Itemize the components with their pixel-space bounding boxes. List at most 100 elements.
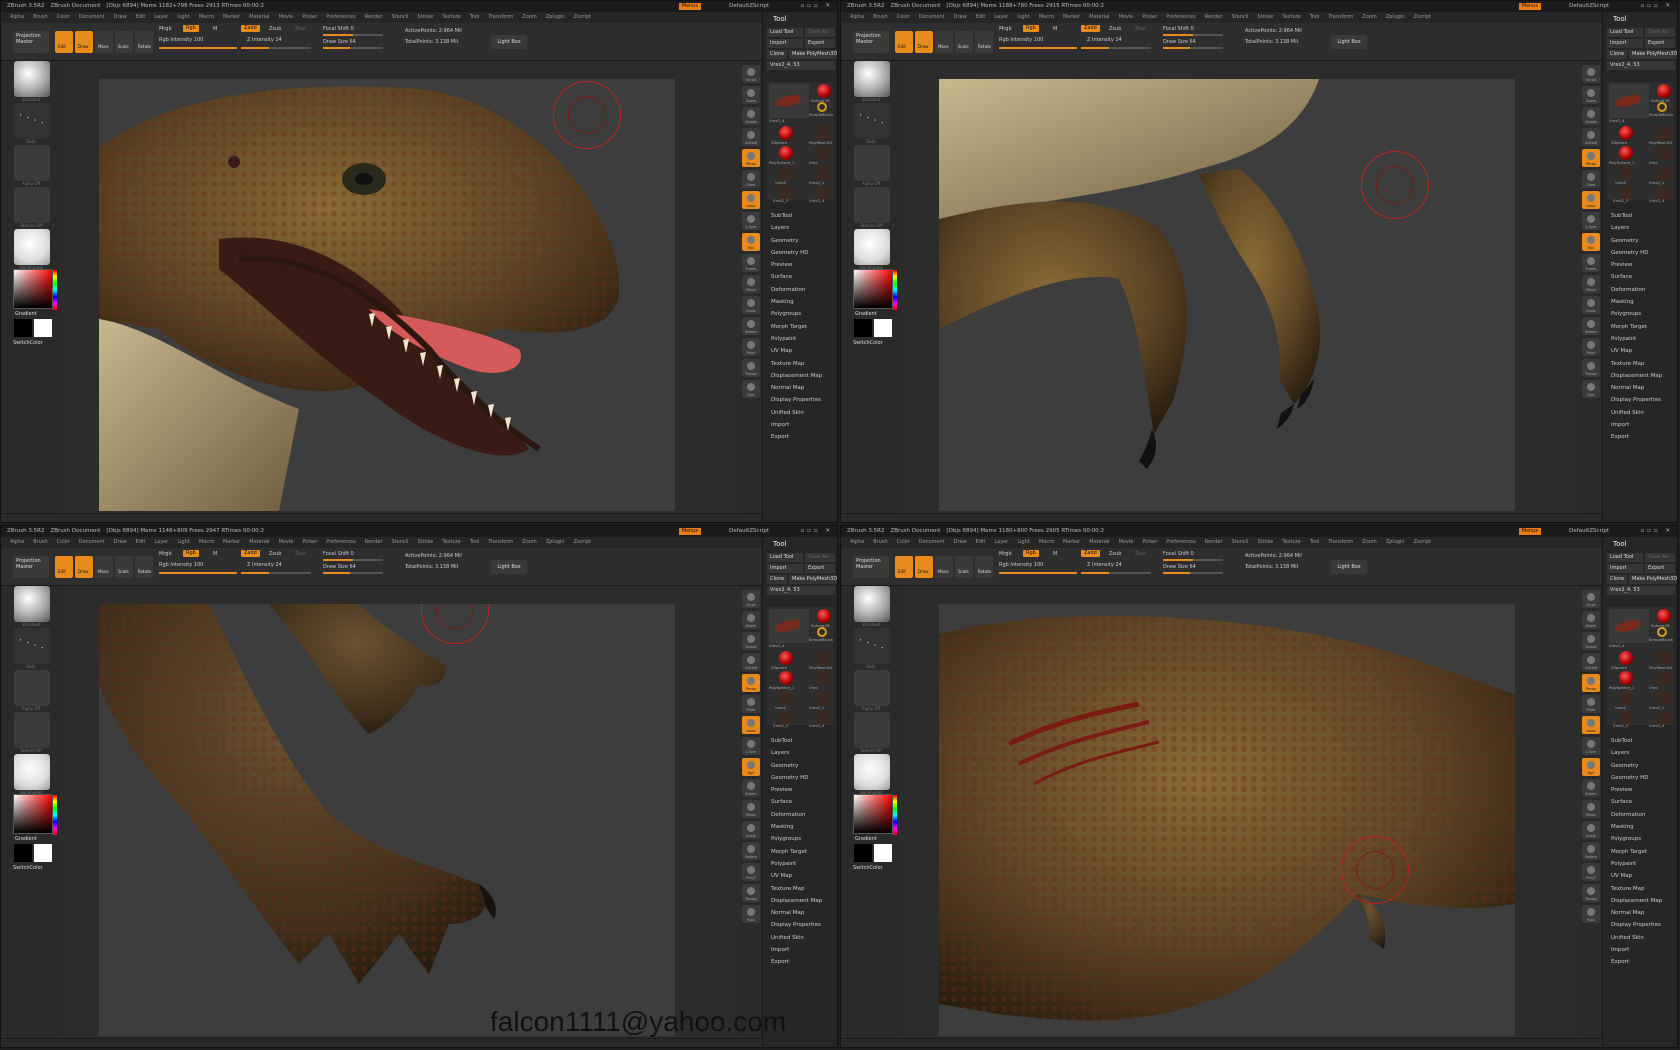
tool-menu-morph-target[interactable]: Morph Target [1611, 846, 1662, 858]
tool-menu-polygroups[interactable]: Polygroups [1611, 833, 1662, 845]
tool-menu-uv-map[interactable]: UV Map [771, 870, 822, 882]
menu-item-stencil[interactable]: Stencil [392, 14, 409, 20]
lsym-button[interactable]: L.Sym [742, 212, 760, 230]
tool-thumb-7[interactable] [1657, 671, 1671, 685]
xyz-button[interactable]: Xyz [742, 233, 760, 251]
menu-item-transform[interactable]: Transform [1328, 14, 1353, 20]
secondary-color-swatch[interactable] [874, 319, 892, 337]
load-tool-button[interactable]: Load Tool [1607, 553, 1643, 562]
tool-thumb-9[interactable] [817, 166, 831, 180]
local-button[interactable]: Local [742, 716, 760, 734]
draw-size-track[interactable] [1163, 47, 1223, 49]
aahalf-button[interactable]: AAHalf [742, 128, 760, 146]
mrgb-toggle[interactable]: Mrgb [159, 551, 172, 557]
menus-button[interactable]: Menus [678, 3, 701, 10]
standard-brush-thumb[interactable] [14, 586, 50, 622]
menu-item-marker[interactable]: Marker [223, 14, 240, 20]
menu-item-stencil[interactable]: Stencil [1232, 539, 1249, 545]
actual-button[interactable]: Actual [742, 107, 760, 125]
current-tool-name[interactable]: Vrex2_4. 53 [767, 586, 835, 595]
floor-button[interactable]: Floor [1582, 170, 1600, 188]
menu-item-edit[interactable]: Edit [976, 14, 986, 20]
tool-menu-polygroups[interactable]: Polygroups [771, 833, 822, 845]
rgb-intensity-slider[interactable]: Rgb Intensity 100 [999, 562, 1043, 568]
tool-menu-uv-map[interactable]: UV Map [1611, 345, 1662, 357]
rgb-intensity-slider[interactable]: Rgb Intensity 100 [159, 562, 203, 568]
menu-item-texture[interactable]: Texture [442, 539, 460, 545]
vrex-tool-thumb[interactable] [1609, 84, 1649, 118]
rotate-button[interactable]: Rotate [975, 556, 993, 578]
window-controls[interactable]: ▫▫▫ ✕ [800, 1, 833, 12]
tool-thumb-8[interactable] [779, 166, 793, 180]
default-zscript[interactable]: DefaultZScript [1569, 1, 1609, 12]
menu-item-texture[interactable]: Texture [1282, 539, 1300, 545]
light-box-button[interactable]: Light Box [1331, 35, 1367, 49]
main-color-swatch[interactable] [854, 844, 872, 862]
tool-menu-preview[interactable]: Preview [1611, 784, 1662, 796]
save-as-button[interactable]: Save As [1645, 28, 1675, 37]
load-tool-button[interactable]: Load Tool [1607, 28, 1643, 37]
menu-item-render[interactable]: Render [1205, 14, 1223, 20]
tool-menu-polygroups[interactable]: Polygroups [1611, 308, 1662, 320]
tool-menu-preview[interactable]: Preview [1611, 259, 1662, 271]
tool-menu-geometry[interactable]: Geometry [1611, 235, 1662, 247]
gradient-label[interactable]: Gradient [855, 836, 877, 842]
tool-menu-geometry-hd[interactable]: Geometry HD [771, 772, 822, 784]
z-intensity-slider[interactable]: Z Intensity 24 [247, 562, 282, 568]
rgb-toggle[interactable]: Rgb [1023, 550, 1039, 557]
frame-button[interactable]: Frame [742, 254, 760, 272]
menu-item-draw[interactable]: Draw [114, 539, 127, 545]
tool-menu-normal-map[interactable]: Normal Map [771, 907, 822, 919]
tool-menu-morph-target[interactable]: Morph Target [771, 846, 822, 858]
menu-item-preferences[interactable]: Preferences [1166, 539, 1195, 545]
switch-color-button[interactable]: SwitchColor [853, 340, 883, 346]
secondary-color-swatch[interactable] [874, 844, 892, 862]
menu-item-brush[interactable]: Brush [33, 539, 47, 545]
rgb-intensity-track[interactable] [159, 572, 237, 574]
menu-item-render[interactable]: Render [1205, 539, 1223, 545]
rotate-button[interactable]: Rotate [1582, 842, 1600, 860]
polyf-button[interactable]: PolyF [742, 338, 760, 356]
scale-button[interactable]: Scale [742, 296, 760, 314]
edit-button[interactable]: Edit [895, 31, 913, 53]
menu-item-stencil[interactable]: Stencil [1232, 14, 1249, 20]
zoom-button[interactable]: Zoom [742, 86, 760, 104]
menu-item-macro[interactable]: Macro [1039, 539, 1054, 545]
window-controls[interactable]: ▫▫▫ ✕ [1640, 1, 1673, 12]
xyz-button[interactable]: Xyz [742, 758, 760, 776]
current-tool-name[interactable]: Vrex2_4. 53 [1607, 61, 1675, 70]
tool-menu-masking[interactable]: Masking [771, 296, 822, 308]
dots-stroke-thumb[interactable] [854, 628, 890, 664]
tool-menu-uv-map[interactable]: UV Map [1611, 870, 1662, 882]
menu-item-picker[interactable]: Picker [1142, 539, 1157, 545]
transp-button[interactable]: Transp [742, 884, 760, 902]
move-button[interactable]: Move [1582, 275, 1600, 293]
solo-button[interactable]: Solo [742, 380, 760, 398]
light-box-button[interactable]: Light Box [491, 560, 527, 574]
import-button[interactable]: Import [1607, 39, 1643, 48]
menu-item-layer[interactable]: Layer [154, 14, 168, 20]
menu-item-color[interactable]: Color [897, 14, 910, 20]
scale-button[interactable]: Scale [955, 556, 973, 578]
menu-item-marker[interactable]: Marker [1063, 539, 1080, 545]
tool-menu-polypaint[interactable]: Polypaint [1611, 858, 1662, 870]
save-as-button[interactable]: Save As [805, 553, 835, 562]
tool-thumb-3[interactable] [817, 627, 827, 637]
clone-button[interactable]: Clone [767, 575, 787, 584]
z-intensity-track[interactable] [241, 572, 311, 574]
move-button[interactable]: Move [95, 556, 113, 578]
menu-item-zplugin[interactable]: Zplugin [546, 14, 565, 20]
rgb-intensity-slider[interactable]: Rgb Intensity 100 [999, 37, 1043, 43]
tool-menu-display-properties[interactable]: Display Properties [1611, 394, 1662, 406]
z-intensity-track[interactable] [1081, 47, 1151, 49]
rotate-button[interactable]: Rotate [135, 31, 153, 53]
menu-item-stroke[interactable]: Stroke [417, 14, 433, 20]
scroll-button[interactable]: Scroll [742, 590, 760, 608]
menu-item-zscript[interactable]: Zscript [574, 539, 591, 545]
menu-item-tool[interactable]: Tool [470, 539, 480, 545]
focal-shift-track[interactable] [323, 34, 383, 36]
focal-shift-slider[interactable]: Focal Shift 0 [1163, 551, 1194, 557]
rgb-toggle[interactable]: Rgb [1023, 25, 1039, 32]
tool-menu-polypaint[interactable]: Polypaint [771, 858, 822, 870]
tool-menu-import[interactable]: Import [771, 419, 822, 431]
